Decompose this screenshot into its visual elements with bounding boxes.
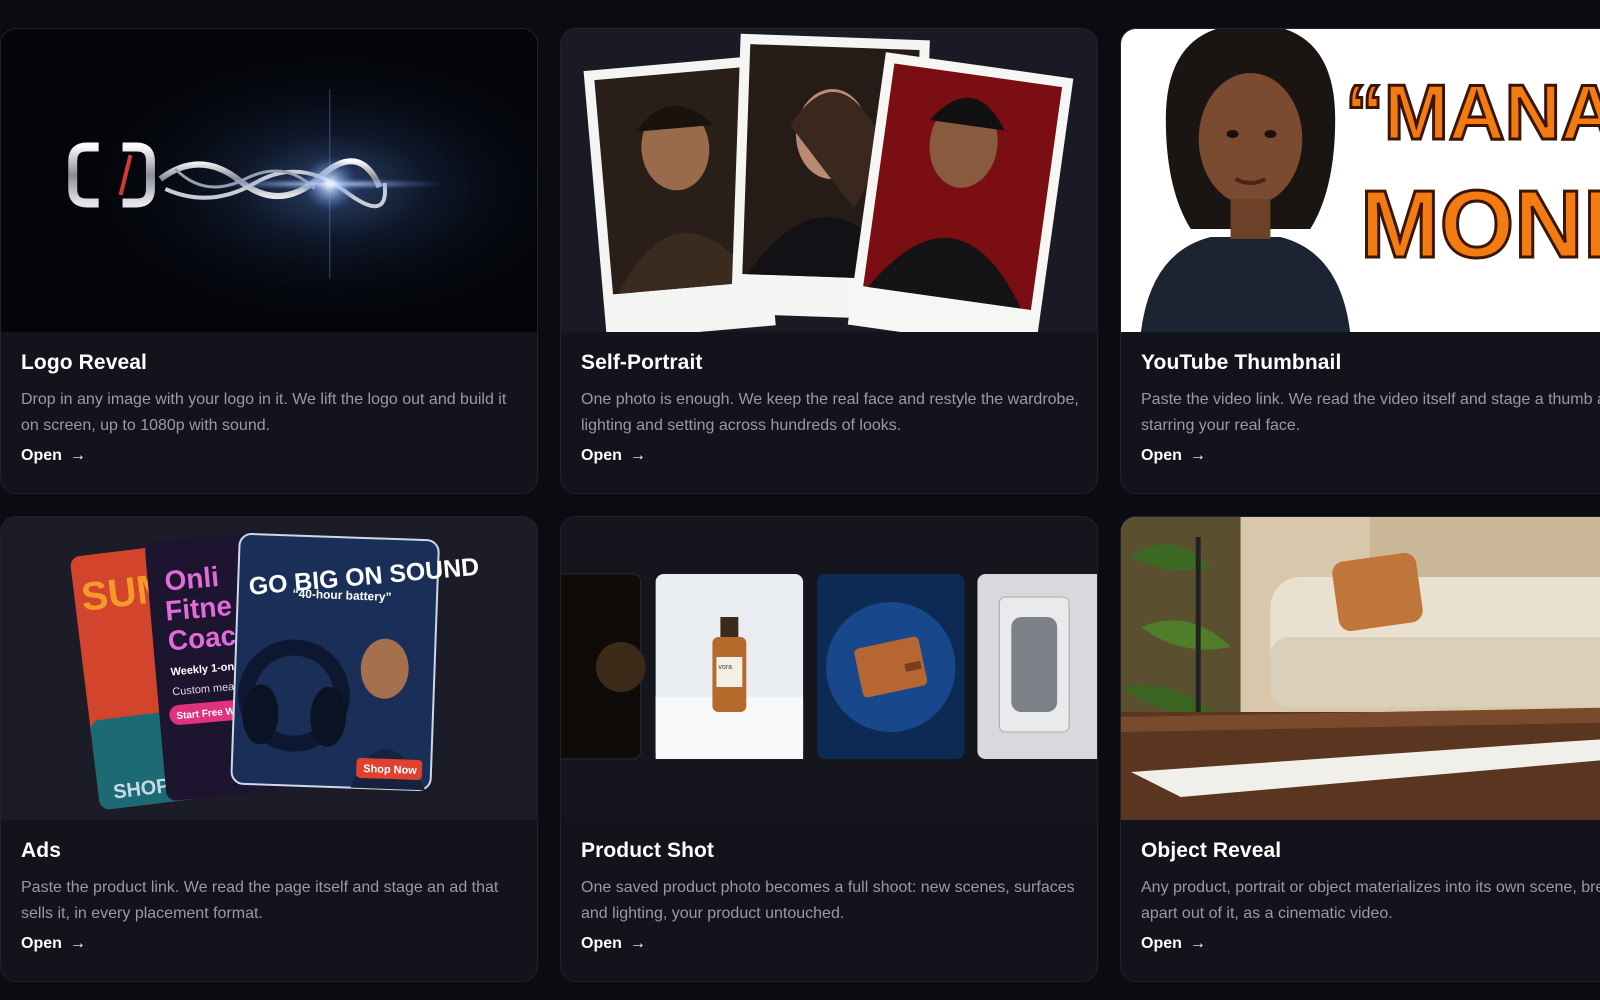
ad-fitness-3: Coac — [167, 620, 238, 657]
card-title: YouTube Thumbnail — [1141, 351, 1342, 374]
card-title: Object Reveal — [1141, 839, 1282, 862]
open-link[interactable]: Open → — [1141, 935, 1206, 953]
open-link[interactable]: Open → — [21, 447, 86, 465]
card-title: Product Shot — [581, 839, 715, 862]
card-youtube-thumbnail[interactable]: “MANAG MONEY YouTube Thumbnail Paste the… — [1120, 28, 1600, 494]
card-description: Drop in any image with your logo in it. … — [21, 391, 507, 434]
self-portrait-preview — [561, 29, 1097, 332]
open-link[interactable]: Open → — [581, 447, 646, 465]
card-title: Logo Reveal — [21, 351, 147, 374]
ad-shop-now: Shop Now — [363, 763, 417, 777]
arrow-right-icon: → — [629, 935, 646, 952]
youtube-thumbnail-preview: “MANAG MONEY — [1121, 29, 1600, 332]
card-ads[interactable]: SUM SHOP Onli Fitne Coac Weekly 1-on-1 C… — [0, 516, 538, 982]
arrow-right-icon: → — [69, 447, 86, 464]
card-description: Any product, portrait or object material… — [1141, 879, 1600, 922]
thumb-line-1: “MANAG — [1345, 70, 1600, 156]
card-title: Ads — [21, 839, 61, 862]
card-description: One photo is enough. We keep the real fa… — [581, 391, 1079, 434]
logo-reveal-preview — [1, 29, 537, 332]
card-description: Paste the product link. We read the page… — [21, 879, 499, 922]
card-title: Self-Portrait — [581, 351, 703, 374]
open-label: Open — [21, 935, 62, 952]
card-product-shot[interactable]: vora Product Shot One saved product phot… — [560, 516, 1098, 982]
arrow-right-icon: → — [69, 935, 86, 952]
card-description: Paste the video link. We read the video … — [1141, 391, 1600, 434]
product-shot-preview: vora — [561, 517, 1097, 820]
arrow-right-icon: → — [1189, 447, 1206, 464]
card-object-reveal[interactable]: Object Reveal Any product, portrait or o… — [1120, 516, 1600, 982]
thumb-line-2: MONEY — [1360, 171, 1600, 278]
card-body: Object Reveal Any product, portrait or o… — [1121, 820, 1600, 981]
card-body: Logo Reveal Drop in any image with your … — [1, 332, 537, 493]
object-reveal-preview — [1121, 517, 1600, 820]
open-label: Open — [581, 447, 622, 464]
card-body: YouTube Thumbnail Paste the video link. … — [1121, 332, 1600, 493]
open-link[interactable]: Open → — [1141, 447, 1206, 465]
open-label: Open — [1141, 447, 1182, 464]
open-label: Open — [1141, 935, 1182, 952]
card-body: Ads Paste the product link. We read the … — [1, 820, 537, 981]
open-label: Open — [21, 447, 62, 464]
open-label: Open — [581, 935, 622, 952]
card-body: Self-Portrait One photo is enough. We ke… — [561, 332, 1097, 493]
feature-grid: Logo Reveal Drop in any image with your … — [0, 0, 1600, 1000]
card-description: One saved product photo becomes a full s… — [581, 879, 1075, 922]
open-link[interactable]: Open → — [21, 935, 86, 953]
arrow-right-icon: → — [1189, 935, 1206, 952]
bottle-label: vora — [718, 664, 732, 671]
arrow-right-icon: → — [629, 447, 646, 464]
card-logo-reveal[interactable]: Logo Reveal Drop in any image with your … — [0, 28, 538, 494]
ads-preview: SUM SHOP Onli Fitne Coac Weekly 1-on-1 C… — [1, 517, 537, 820]
card-body: Product Shot One saved product photo bec… — [561, 820, 1097, 981]
open-link[interactable]: Open → — [581, 935, 646, 953]
card-self-portrait[interactable]: Self-Portrait One photo is enough. We ke… — [560, 28, 1098, 494]
